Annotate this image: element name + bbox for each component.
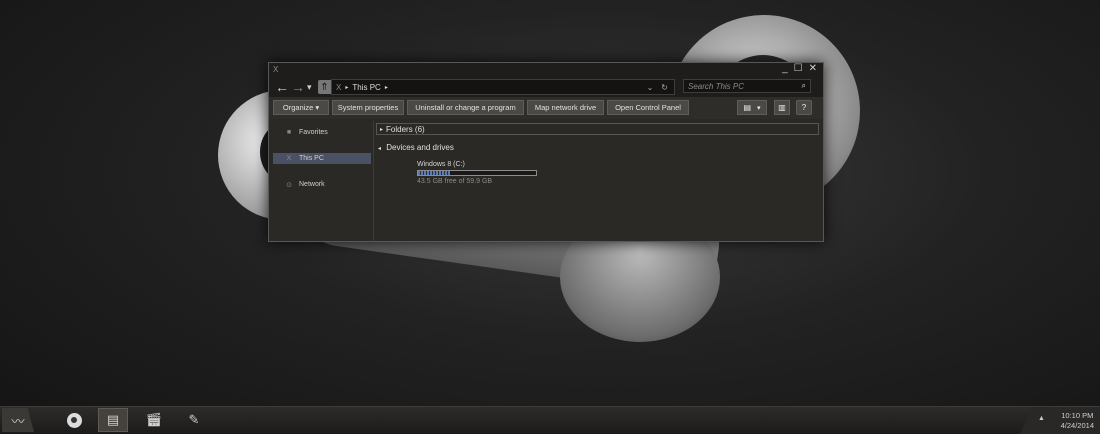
breadcrumb-separator-icon[interactable]: ▸ bbox=[345, 84, 348, 91]
drive-usage-fill bbox=[418, 171, 450, 175]
clapperboard-icon: 🎬︎ bbox=[145, 412, 163, 427]
change-view-button[interactable]: ▤ ▾ bbox=[737, 100, 767, 115]
breadcrumb-this-pc[interactable]: This PC bbox=[352, 83, 380, 92]
search-icon[interactable]: ⌕ bbox=[802, 81, 806, 91]
taskbar-app-paint[interactable]: ✎ bbox=[180, 408, 208, 432]
recent-dropdown-icon[interactable]: ▾ bbox=[307, 82, 312, 93]
drive-item-c[interactable]: Windows 8 (C:) 43.5 GB free of 59.9 GB bbox=[417, 161, 537, 185]
command-bar: Organize ▾ System properties Uninstall o… bbox=[269, 97, 823, 119]
search-placeholder: Search This PC bbox=[688, 81, 745, 91]
group-label: Devices and drives bbox=[386, 143, 454, 152]
sidebar-item-network[interactable]: ⊙ Network bbox=[273, 179, 371, 190]
taskbar-app-file-explorer[interactable]: ▤ bbox=[98, 408, 128, 432]
pen-icon: ✎ bbox=[188, 412, 200, 427]
clock[interactable]: 10:10 PM 4/24/2014 bbox=[1061, 411, 1094, 431]
taskbar-app-media[interactable]: 🎬︎ bbox=[140, 408, 168, 432]
content-pane: ▸ Folders (6) ◂ Devices and drives Windo… bbox=[374, 121, 822, 241]
window-controls: _ ☐ ✕ bbox=[782, 63, 817, 74]
close-button[interactable]: ✕ bbox=[809, 63, 817, 74]
breadcrumb-chevron-icon[interactable]: ▸ bbox=[385, 84, 388, 91]
forward-arrow-icon[interactable]: → bbox=[291, 79, 305, 95]
steam-icon bbox=[66, 412, 82, 428]
sidebar-item-label: Favorites bbox=[299, 129, 328, 136]
sidebar-item-label: Network bbox=[299, 181, 325, 188]
start-button[interactable]: 〰 bbox=[2, 408, 34, 432]
window-system-icon[interactable]: X bbox=[273, 65, 278, 74]
help-icon[interactable]: ? bbox=[796, 100, 812, 115]
view-icon: ▤ bbox=[743, 103, 752, 112]
drive-usage-bar bbox=[417, 170, 537, 176]
search-input[interactable]: Search This PC ⌕ bbox=[683, 79, 811, 93]
clock-date: 4/24/2014 bbox=[1060, 421, 1094, 430]
refresh-icon[interactable]: ↻ bbox=[661, 83, 668, 92]
system-properties-button[interactable]: System properties bbox=[332, 100, 404, 115]
clock-time: 10:10 PM bbox=[1061, 411, 1094, 420]
start-icon: 〰 bbox=[11, 413, 25, 429]
show-hidden-icons-icon[interactable]: ▲ bbox=[1038, 415, 1045, 422]
navigation-pane: ■ Favorites X This PC ⊙ Network bbox=[269, 121, 374, 241]
map-network-drive-button[interactable]: Map network drive bbox=[527, 100, 604, 115]
drive-free-space: 43.5 GB free of 59.9 GB bbox=[417, 178, 493, 185]
address-bar[interactable]: X ▸ This PC ▸ ⌄ ↻ bbox=[331, 79, 675, 95]
star-icon: ■ bbox=[286, 129, 292, 136]
group-header-devices[interactable]: ◂ Devices and drives bbox=[378, 143, 454, 152]
preview-pane-icon[interactable]: ▥ bbox=[774, 100, 790, 115]
up-folder-icon[interactable]: ⇑ bbox=[317, 80, 332, 94]
computer-icon: X bbox=[286, 155, 292, 162]
address-controls: ⌄ ↻ bbox=[647, 83, 668, 92]
file-explorer-icon: ▤ bbox=[106, 412, 120, 427]
organize-button[interactable]: Organize ▾ bbox=[273, 100, 329, 115]
collapsed-arrow-icon: ▸ bbox=[380, 126, 384, 133]
nav-buttons: ← → ▾ ⇑ bbox=[275, 79, 332, 95]
explorer-window: X _ ☐ ✕ ← → ▾ ⇑ X ▸ This PC ▸ ⌄ ↻ Search… bbox=[268, 62, 824, 242]
minimize-button[interactable]: _ bbox=[782, 63, 788, 74]
address-row: ← → ▾ ⇑ X ▸ This PC ▸ ⌄ ↻ Search This PC… bbox=[269, 77, 823, 97]
sidebar-item-this-pc[interactable]: X This PC bbox=[273, 153, 371, 164]
network-icon: ⊙ bbox=[286, 181, 292, 189]
back-arrow-icon[interactable]: ← bbox=[275, 79, 289, 95]
view-dropdown-icon: ▾ bbox=[757, 104, 761, 112]
system-tray: ▲ 10:10 PM 4/24/2014 bbox=[1020, 407, 1100, 434]
maximize-button[interactable]: ☐ bbox=[794, 63, 803, 74]
sidebar-item-favorites[interactable]: ■ Favorites bbox=[273, 127, 371, 138]
expanded-arrow-icon: ◂ bbox=[378, 146, 382, 152]
group-header-folders[interactable]: ▸ Folders (6) bbox=[376, 123, 819, 135]
open-control-panel-button[interactable]: Open Control Panel bbox=[607, 100, 689, 115]
this-pc-icon: X bbox=[336, 82, 342, 92]
group-label: Folders (6) bbox=[386, 124, 425, 134]
sidebar-item-label: This PC bbox=[299, 155, 324, 162]
title-bar: X _ ☐ ✕ bbox=[269, 63, 823, 77]
address-dropdown-icon[interactable]: ⌄ bbox=[647, 83, 654, 92]
uninstall-program-button[interactable]: Uninstall or change a program bbox=[407, 100, 524, 115]
drive-name: Windows 8 (C:) bbox=[417, 161, 465, 168]
taskbar: 〰 ▤ 🎬︎ ✎ ▲ 10:10 PM 4/24/2014 bbox=[0, 406, 1100, 434]
taskbar-app-steam[interactable] bbox=[60, 408, 88, 432]
